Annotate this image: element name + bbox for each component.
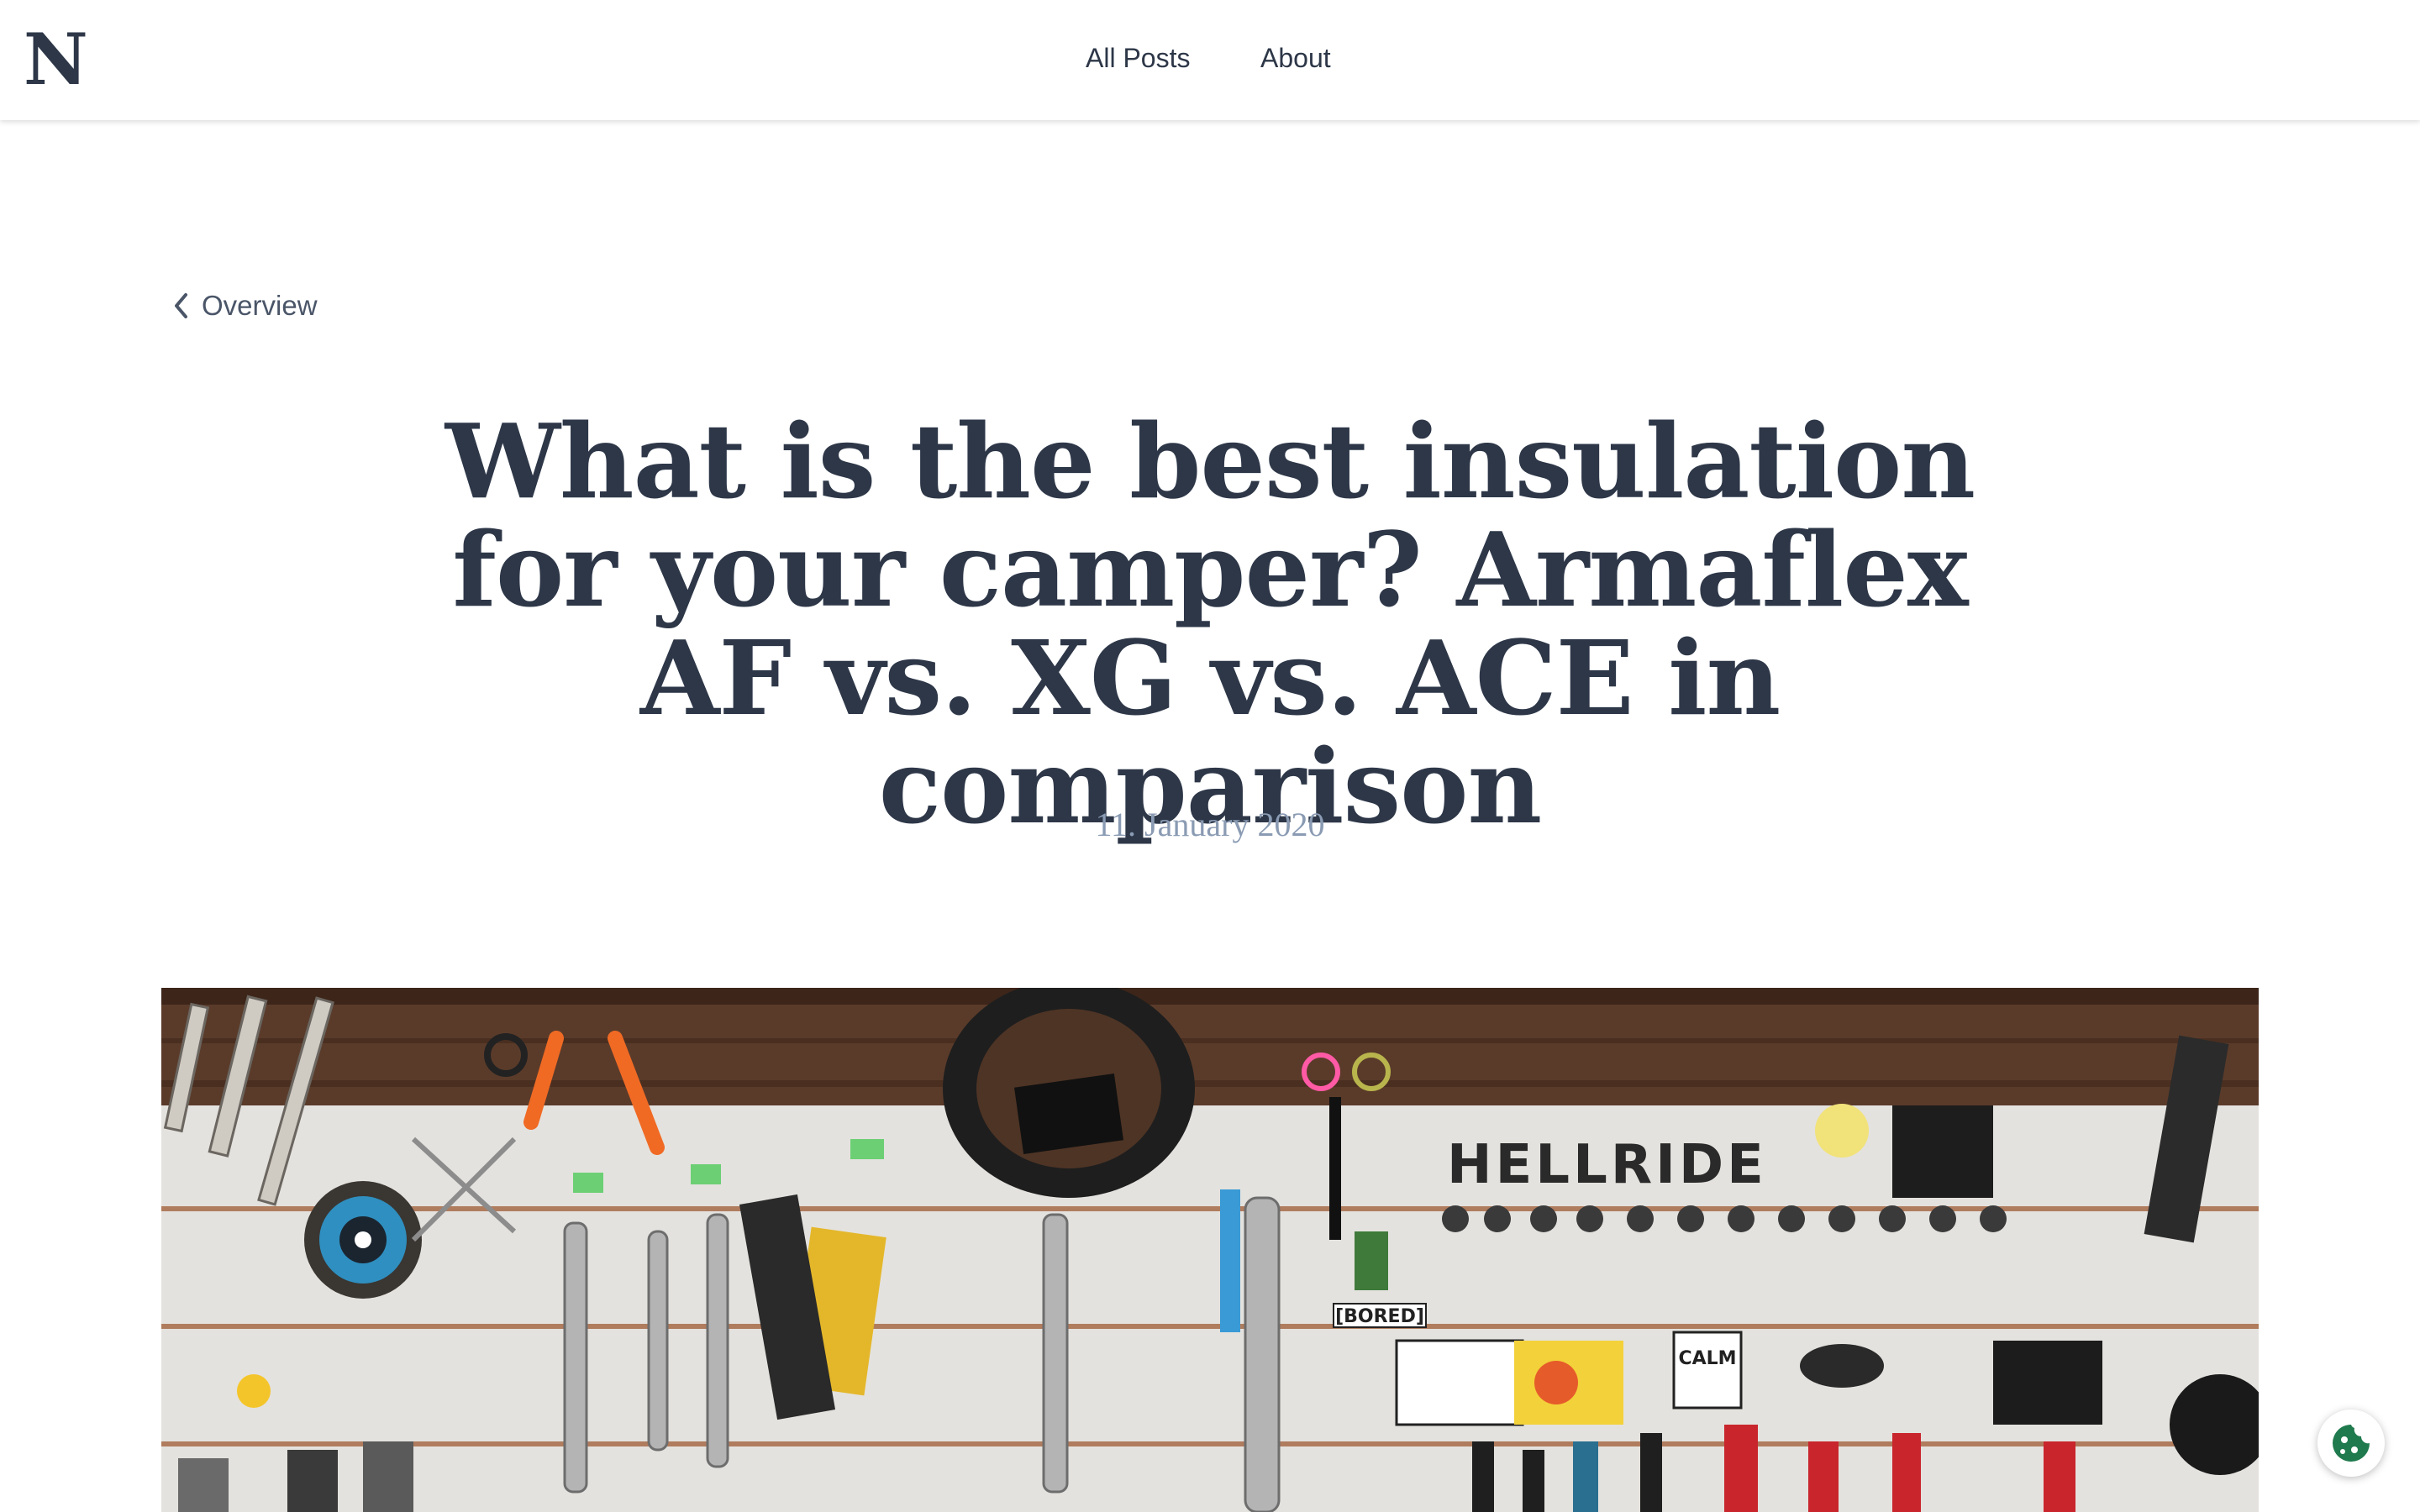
article-title: What is the best insulation for your cam… <box>445 401 1975 847</box>
calm-sticker: CALM <box>1678 1348 1736 1369</box>
cookie-settings-button[interactable] <box>2317 1410 2385 1477</box>
workshop-tool-wall-image: HELLRIDE [BORED] CALM <box>161 988 2259 1512</box>
article-date: 11. January 2020 <box>1095 806 1325 843</box>
hellride-sign: HELLRIDE <box>1447 1134 1767 1196</box>
back-to-overview-link[interactable]: Overview <box>171 289 318 323</box>
site-logo[interactable]: N <box>24 22 88 97</box>
nav-all-posts[interactable]: All Posts <box>1086 37 1198 79</box>
nav-about[interactable]: About <box>1260 37 1338 79</box>
bored-sticker: [BORED] <box>1335 1306 1424 1327</box>
site-header: N All Posts About <box>0 0 2420 120</box>
cookie-icon <box>2333 1425 2370 1462</box>
hero-image: HELLRIDE [BORED] CALM <box>161 988 2259 1512</box>
back-link-label: Overview <box>202 290 318 321</box>
chevron-left-icon <box>175 293 187 318</box>
